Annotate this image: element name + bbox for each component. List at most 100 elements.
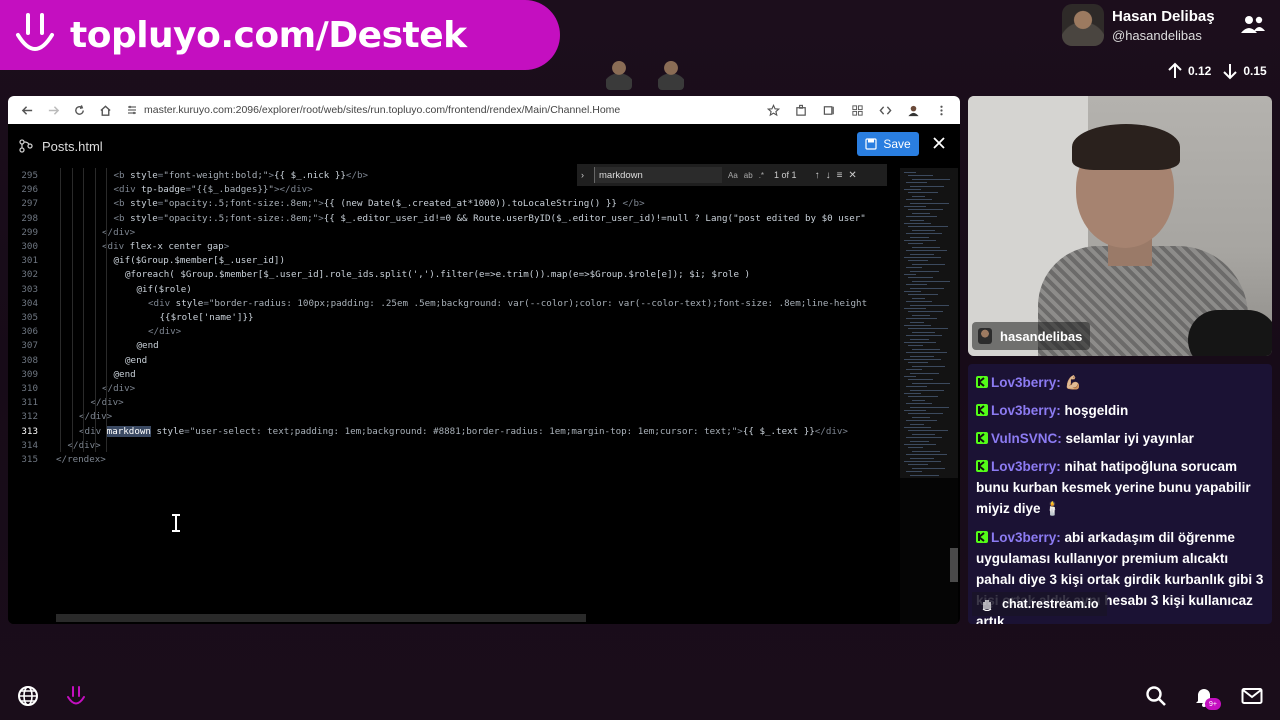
minimap-line: [904, 172, 916, 173]
chat-username[interactable]: Lov3berry:: [991, 403, 1061, 418]
regex-toggle[interactable]: .*: [759, 171, 764, 180]
profile-icon[interactable]: [902, 99, 924, 121]
line-number: 308: [21, 354, 38, 366]
code-line[interactable]: 309 @end: [8, 369, 890, 383]
apps-icon[interactable]: [846, 99, 868, 121]
find-widget: › markdown Aa ab .* 1 of 1 ↑ ↓ ≡ ✕: [577, 164, 887, 186]
code-line[interactable]: 307 @end: [8, 340, 890, 354]
indent-guide: [60, 168, 61, 452]
minimap-line: [912, 331, 935, 333]
chat-username[interactable]: Lov3berry:: [991, 375, 1061, 390]
previous-match-icon[interactable]: ↑: [815, 170, 820, 181]
platform-badge-icon: [976, 531, 988, 543]
code-line[interactable]: 312 </div>: [8, 411, 890, 425]
reload-icon[interactable]: [68, 99, 90, 121]
notification-badge: 9+: [1205, 698, 1221, 710]
reading-list-icon[interactable]: [818, 99, 840, 121]
indent-guide: [106, 168, 107, 452]
avatar[interactable]: [1062, 4, 1104, 46]
profile-name: Hasan Delibaş: [1112, 7, 1215, 25]
smile-logo-icon[interactable]: [64, 684, 88, 708]
code-line[interactable]: 304 <div style="border-radius: 100px;padd…: [8, 298, 890, 312]
code-text: @foreach( $Group.$member[$_.user_id].rol…: [125, 269, 751, 281]
code-editor[interactable]: 295 <b style="font-weight:bold;">{{ $_.ni…: [8, 168, 890, 624]
back-icon[interactable]: [16, 99, 38, 121]
code-line[interactable]: 314 </div>: [8, 440, 890, 454]
chat-message: Lov3berry: hoşgeldin: [976, 400, 1266, 421]
search-icon[interactable]: [1144, 684, 1168, 708]
chevron-right-icon[interactable]: ›: [581, 170, 584, 180]
vertical-scrollbar[interactable]: [950, 548, 958, 582]
code-line[interactable]: 306 </div>: [8, 326, 890, 340]
match-case-toggle[interactable]: Aa: [728, 171, 738, 180]
globe-icon[interactable]: [16, 684, 40, 708]
extensions-icon[interactable]: [790, 99, 812, 121]
minimap-line: [906, 301, 932, 303]
code-line[interactable]: 308 @end: [8, 355, 890, 369]
minimap-line: [908, 413, 943, 415]
minimap-line: [912, 212, 930, 214]
code-line[interactable]: 297 <b style="opacity:.5;font-size:.8em;"…: [8, 198, 890, 212]
minimap-line: [912, 399, 925, 401]
mail-icon[interactable]: [1240, 684, 1264, 708]
minimap-line: [904, 308, 926, 309]
minimap-line: [910, 236, 929, 238]
minimap-line: [908, 328, 948, 330]
profile-handle: @hasandelibas: [1112, 27, 1202, 43]
forward-icon[interactable]: [42, 99, 64, 121]
chat-username[interactable]: Lov3berry:: [991, 530, 1061, 545]
code-line[interactable]: 303 @if($role): [8, 284, 890, 298]
minimap-line: [904, 444, 936, 445]
code-line[interactable]: 298 <b style="opacity:.5;font-size:.8em;"…: [8, 213, 890, 227]
line-number: 299: [21, 226, 38, 238]
minimap-line: [904, 240, 936, 241]
code-line[interactable]: 310 </div>: [8, 383, 890, 397]
code-text: {{$role['name']}}: [159, 312, 254, 323]
save-button[interactable]: Save: [857, 132, 919, 156]
minimap-line: [910, 372, 939, 374]
whole-word-toggle[interactable]: ab: [744, 171, 753, 180]
line-number: 296: [21, 184, 38, 196]
people-icon[interactable]: [1240, 14, 1266, 34]
minimap-line: [904, 189, 921, 190]
minimap-line: [912, 297, 925, 299]
minimap-line: [906, 335, 942, 337]
minimap-viewport[interactable]: [900, 168, 958, 478]
chat-username[interactable]: VulnSVNC:: [991, 431, 1062, 446]
next-match-icon[interactable]: ↓: [826, 170, 831, 181]
horizontal-scrollbar[interactable]: [56, 614, 586, 622]
minimap-line: [910, 338, 929, 340]
site-info-icon[interactable]: [126, 104, 138, 116]
minimap-line: [906, 267, 922, 269]
minimap-line: [904, 393, 921, 394]
url-field[interactable]: master.kuruyo.com:2096/explorer/root/web…: [126, 99, 762, 121]
code-text: @end: [136, 340, 159, 352]
minimap-line: [910, 440, 929, 442]
url-text: master.kuruyo.com:2096/explorer/root/web…: [144, 104, 621, 116]
find-in-selection-icon[interactable]: ≡: [837, 170, 843, 181]
line-number: 306: [21, 326, 38, 338]
chat-username[interactable]: Lov3berry:: [991, 459, 1061, 474]
code-line[interactable]: 302 @foreach( $Group.$member[$_.user_id].…: [8, 269, 890, 283]
code-text: <b style="font-weight:bold;">{{ $_.nick …: [113, 170, 369, 181]
code-line[interactable]: 315 </rendex>: [8, 454, 890, 468]
minimap-line: [906, 250, 947, 252]
code-line[interactable]: 300 <div flex-x center gap>: [8, 241, 890, 255]
code-line[interactable]: 299 </div>: [8, 227, 890, 241]
profile[interactable]: Hasan Delibaş @hasandelibas: [1062, 4, 1215, 46]
code-line[interactable]: 301 @if($Group.$member[$_.user_id]): [8, 255, 890, 269]
file-tree-icon[interactable]: [18, 138, 34, 154]
close-find-icon[interactable]: ✕: [848, 170, 856, 181]
close-icon[interactable]: [932, 136, 946, 150]
minimap-line: [910, 287, 944, 289]
find-input[interactable]: markdown: [594, 167, 722, 183]
code-line[interactable]: 296 <div tp-badge="{{$_.badges}}"></div>: [8, 184, 890, 198]
code-line[interactable]: 313 <div markdown style="user-select: tex…: [8, 425, 890, 440]
menu-dots-icon[interactable]: [930, 99, 952, 121]
devtools-icon[interactable]: [874, 99, 896, 121]
home-icon[interactable]: [94, 99, 116, 121]
bookmark-star-icon[interactable]: [762, 99, 784, 121]
code-line[interactable]: 305 {{$role['name']}}: [8, 312, 890, 326]
code-text: </rendex>: [56, 454, 106, 465]
code-line[interactable]: 311 </div>: [8, 397, 890, 411]
